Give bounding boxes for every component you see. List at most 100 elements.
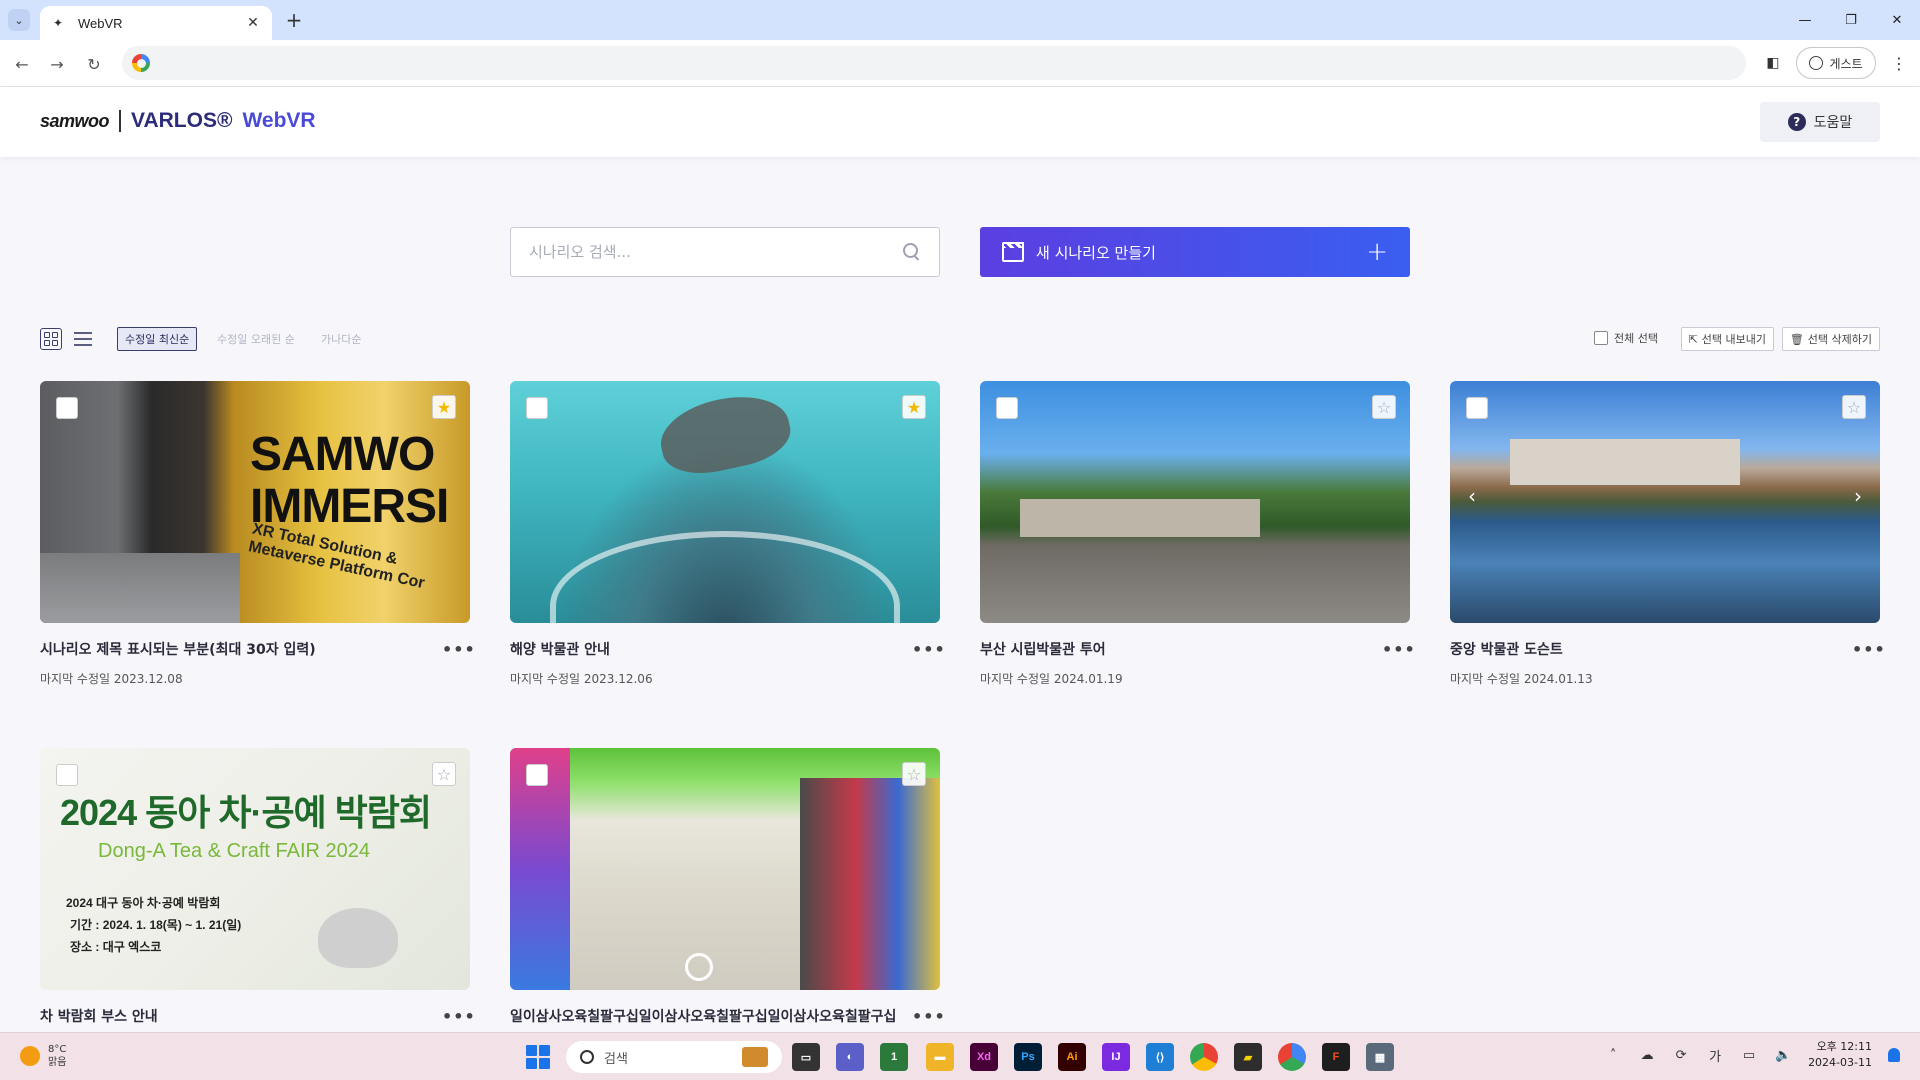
create-scenario-button[interactable]: 새 시나리오 만들기 + bbox=[980, 227, 1410, 277]
tab-search-chevron-icon[interactable]: ⌄ bbox=[8, 9, 30, 31]
scenario-checkbox[interactable] bbox=[56, 397, 78, 419]
trash-icon: 🗑 bbox=[1789, 332, 1804, 346]
weather-widget[interactable]: 8°C 맑음 bbox=[20, 1043, 66, 1069]
star-outline-icon[interactable]: ☆ bbox=[1372, 395, 1396, 419]
calculator-icon[interactable]: ▦ bbox=[1366, 1043, 1394, 1071]
chevron-up-icon[interactable]: ˄ bbox=[1604, 1048, 1622, 1063]
more-options-icon[interactable]: ••• bbox=[1852, 640, 1885, 659]
star-outline-icon[interactable]: ☆ bbox=[902, 762, 926, 786]
figma-icon[interactable]: F bbox=[1322, 1043, 1350, 1071]
back-arrow-icon[interactable]: ← bbox=[10, 52, 34, 76]
sync-icon[interactable]: ⟳ bbox=[1672, 1048, 1690, 1063]
next-arrow-icon[interactable]: › bbox=[1854, 484, 1862, 508]
browser-menu-icon[interactable]: ⋮ bbox=[1888, 52, 1910, 74]
more-options-icon[interactable]: ••• bbox=[1382, 640, 1415, 659]
star-outline-icon[interactable]: ☆ bbox=[432, 762, 456, 786]
samwoo-logo: samwoo bbox=[40, 110, 110, 131]
help-button[interactable]: ? 도움말 bbox=[1760, 102, 1880, 142]
star-outline-icon[interactable]: ☆ bbox=[1842, 395, 1866, 419]
scenario-card[interactable]: ★ 해양 박물관 안내 ••• 마지막 수정일 2023.12.06 bbox=[510, 381, 945, 687]
webvr-favicon-icon: ✦ bbox=[52, 16, 64, 30]
vscode-icon[interactable]: ⟨⟩ bbox=[1146, 1043, 1174, 1071]
sort-oldest[interactable]: 수정일 오래된 순 bbox=[210, 327, 302, 351]
scenario-title[interactable]: 해양 박물관 안내 bbox=[510, 639, 610, 659]
new-tab-plus-icon[interactable]: + bbox=[282, 8, 306, 32]
scenario-title[interactable]: 부산 시립박물관 투어 bbox=[980, 639, 1106, 659]
scenario-thumbnail[interactable]: ‹ › ☆ bbox=[1450, 381, 1880, 623]
chrome-icon[interactable] bbox=[1190, 1043, 1218, 1071]
browser-tabbar: ⌄ ✦ WebVR ✕ + — ❐ ✕ bbox=[0, 0, 1920, 40]
teams-chat-icon[interactable]: ◐ bbox=[836, 1043, 864, 1071]
delete-selected-button[interactable]: 🗑 선택 삭제하기 bbox=[1781, 327, 1880, 351]
restore-icon[interactable]: ❐ bbox=[1828, 0, 1874, 40]
scenario-card[interactable]: ☆ 일이삼사오육칠팔구십일이삼사오육칠팔구십일이삼사오육칠팔구십 ••• bbox=[510, 748, 945, 1026]
scenario-title[interactable]: 중앙 박물관 도슨트 bbox=[1450, 639, 1563, 659]
more-options-icon[interactable]: ••• bbox=[912, 1007, 945, 1026]
sort-newest[interactable]: 수정일 최신순 bbox=[117, 327, 198, 351]
select-all-checkbox[interactable] bbox=[1594, 331, 1609, 345]
star-icon[interactable]: ★ bbox=[902, 395, 926, 419]
taskbar-search[interactable]: 검색 bbox=[566, 1041, 782, 1073]
cloud-off-icon[interactable]: ☁ bbox=[1638, 1048, 1656, 1063]
sun-icon bbox=[20, 1046, 40, 1066]
chat-app-icon[interactable]: 1 bbox=[880, 1043, 908, 1071]
scenario-checkbox[interactable] bbox=[526, 764, 548, 786]
scenario-card[interactable]: ☆ 부산 시립박물관 투어 ••• 마지막 수정일 2024.01.19 bbox=[980, 381, 1415, 687]
browser-tab[interactable]: ✦ WebVR ✕ bbox=[40, 6, 272, 40]
jetbrains-icon[interactable]: IJ bbox=[1102, 1043, 1130, 1071]
notification-bell-icon[interactable] bbox=[1888, 1048, 1900, 1062]
star-icon[interactable]: ★ bbox=[432, 395, 456, 419]
scenario-checkbox[interactable] bbox=[996, 397, 1018, 419]
more-options-icon[interactable]: ••• bbox=[912, 640, 945, 659]
windows-start-icon[interactable] bbox=[526, 1045, 550, 1069]
grid-view-icon[interactable] bbox=[40, 328, 62, 350]
scenario-checkbox[interactable] bbox=[526, 397, 548, 419]
search-icon[interactable] bbox=[903, 243, 921, 261]
reload-icon[interactable]: ↻ bbox=[82, 52, 106, 76]
create-scenario-label: 새 시나리오 만들기 bbox=[1036, 243, 1156, 262]
thumb-hotspot-icon[interactable] bbox=[685, 953, 713, 981]
select-all[interactable]: 전체 선택 bbox=[1594, 330, 1658, 346]
tab-close-icon[interactable]: ✕ bbox=[244, 15, 262, 31]
scenario-thumbnail[interactable]: ☆ bbox=[980, 381, 1410, 623]
scenario-title[interactable]: 시나리오 제목 표시되는 부분(최대 30자 입력) bbox=[40, 639, 316, 659]
scenario-card[interactable]: 2024 동아 차·공예 박람회 Dong-A Tea & Craft FAIR… bbox=[40, 748, 475, 1026]
scenario-title[interactable]: 일이삼사오육칠팔구십일이삼사오육칠팔구십일이삼사오육칠팔구십 bbox=[510, 1006, 900, 1026]
profile-button[interactable]: 게스트 bbox=[1796, 47, 1876, 79]
search-input[interactable] bbox=[529, 243, 903, 261]
scenario-checkbox[interactable] bbox=[1466, 397, 1488, 419]
scenario-thumbnail[interactable]: 2024 동아 차·공예 박람회 Dong-A Tea & Craft FAIR… bbox=[40, 748, 470, 990]
illustrator-icon[interactable]: Ai bbox=[1058, 1043, 1086, 1071]
more-options-icon[interactable]: ••• bbox=[442, 1007, 475, 1026]
forward-arrow-icon[interactable]: → bbox=[45, 52, 69, 76]
weather-temp: 8°C bbox=[48, 1044, 67, 1055]
export-selected-button[interactable]: ⇱ 선택 내보내기 bbox=[1680, 327, 1774, 351]
clock[interactable]: 오후 12:11 2024-03-11 bbox=[1808, 1039, 1872, 1071]
scenario-card[interactable]: SAMWO IMMERSI XR Total Solution & Metave… bbox=[40, 381, 475, 687]
more-options-icon[interactable]: ••• bbox=[442, 640, 475, 659]
taskbar-search-label: 검색 bbox=[604, 1051, 628, 1067]
brand[interactable]: samwoo VARLOS® WebVR bbox=[40, 109, 316, 133]
ime-indicator[interactable]: 가 bbox=[1706, 1046, 1724, 1065]
scenario-thumbnail[interactable]: ☆ bbox=[510, 748, 940, 990]
volume-icon[interactable]: 🔈 bbox=[1774, 1048, 1792, 1063]
scenario-title[interactable]: 차 박람회 부스 안내 bbox=[40, 1006, 158, 1026]
scenario-checkbox[interactable] bbox=[56, 764, 78, 786]
chrome-profile-icon[interactable] bbox=[1278, 1043, 1306, 1071]
minimize-icon[interactable]: — bbox=[1782, 0, 1828, 40]
photoshop-icon[interactable]: Ps bbox=[1014, 1043, 1042, 1071]
scenario-thumbnail[interactable]: ★ bbox=[510, 381, 940, 623]
sticky-notes-icon[interactable]: ▰ bbox=[1234, 1043, 1262, 1071]
scenario-card[interactable]: ‹ › ☆ 중앙 박물관 도슨트 ••• 마지막 수정일 2024.01.13 bbox=[1450, 381, 1885, 687]
address-bar[interactable] bbox=[122, 46, 1746, 80]
prev-arrow-icon[interactable]: ‹ bbox=[1468, 484, 1476, 508]
sort-alphabetical[interactable]: 가나다순 bbox=[314, 327, 368, 351]
file-explorer-icon[interactable]: ▬ bbox=[926, 1043, 954, 1071]
task-view-icon[interactable]: ▭ bbox=[792, 1043, 820, 1071]
list-view-icon[interactable] bbox=[74, 330, 92, 348]
side-panel-icon[interactable]: ◧ bbox=[1762, 52, 1784, 74]
adobe-xd-icon[interactable]: Xd bbox=[970, 1043, 998, 1071]
network-icon[interactable]: ▭ bbox=[1740, 1048, 1758, 1063]
window-close-icon[interactable]: ✕ bbox=[1874, 0, 1920, 40]
scenario-thumbnail[interactable]: SAMWO IMMERSI XR Total Solution & Metave… bbox=[40, 381, 470, 623]
